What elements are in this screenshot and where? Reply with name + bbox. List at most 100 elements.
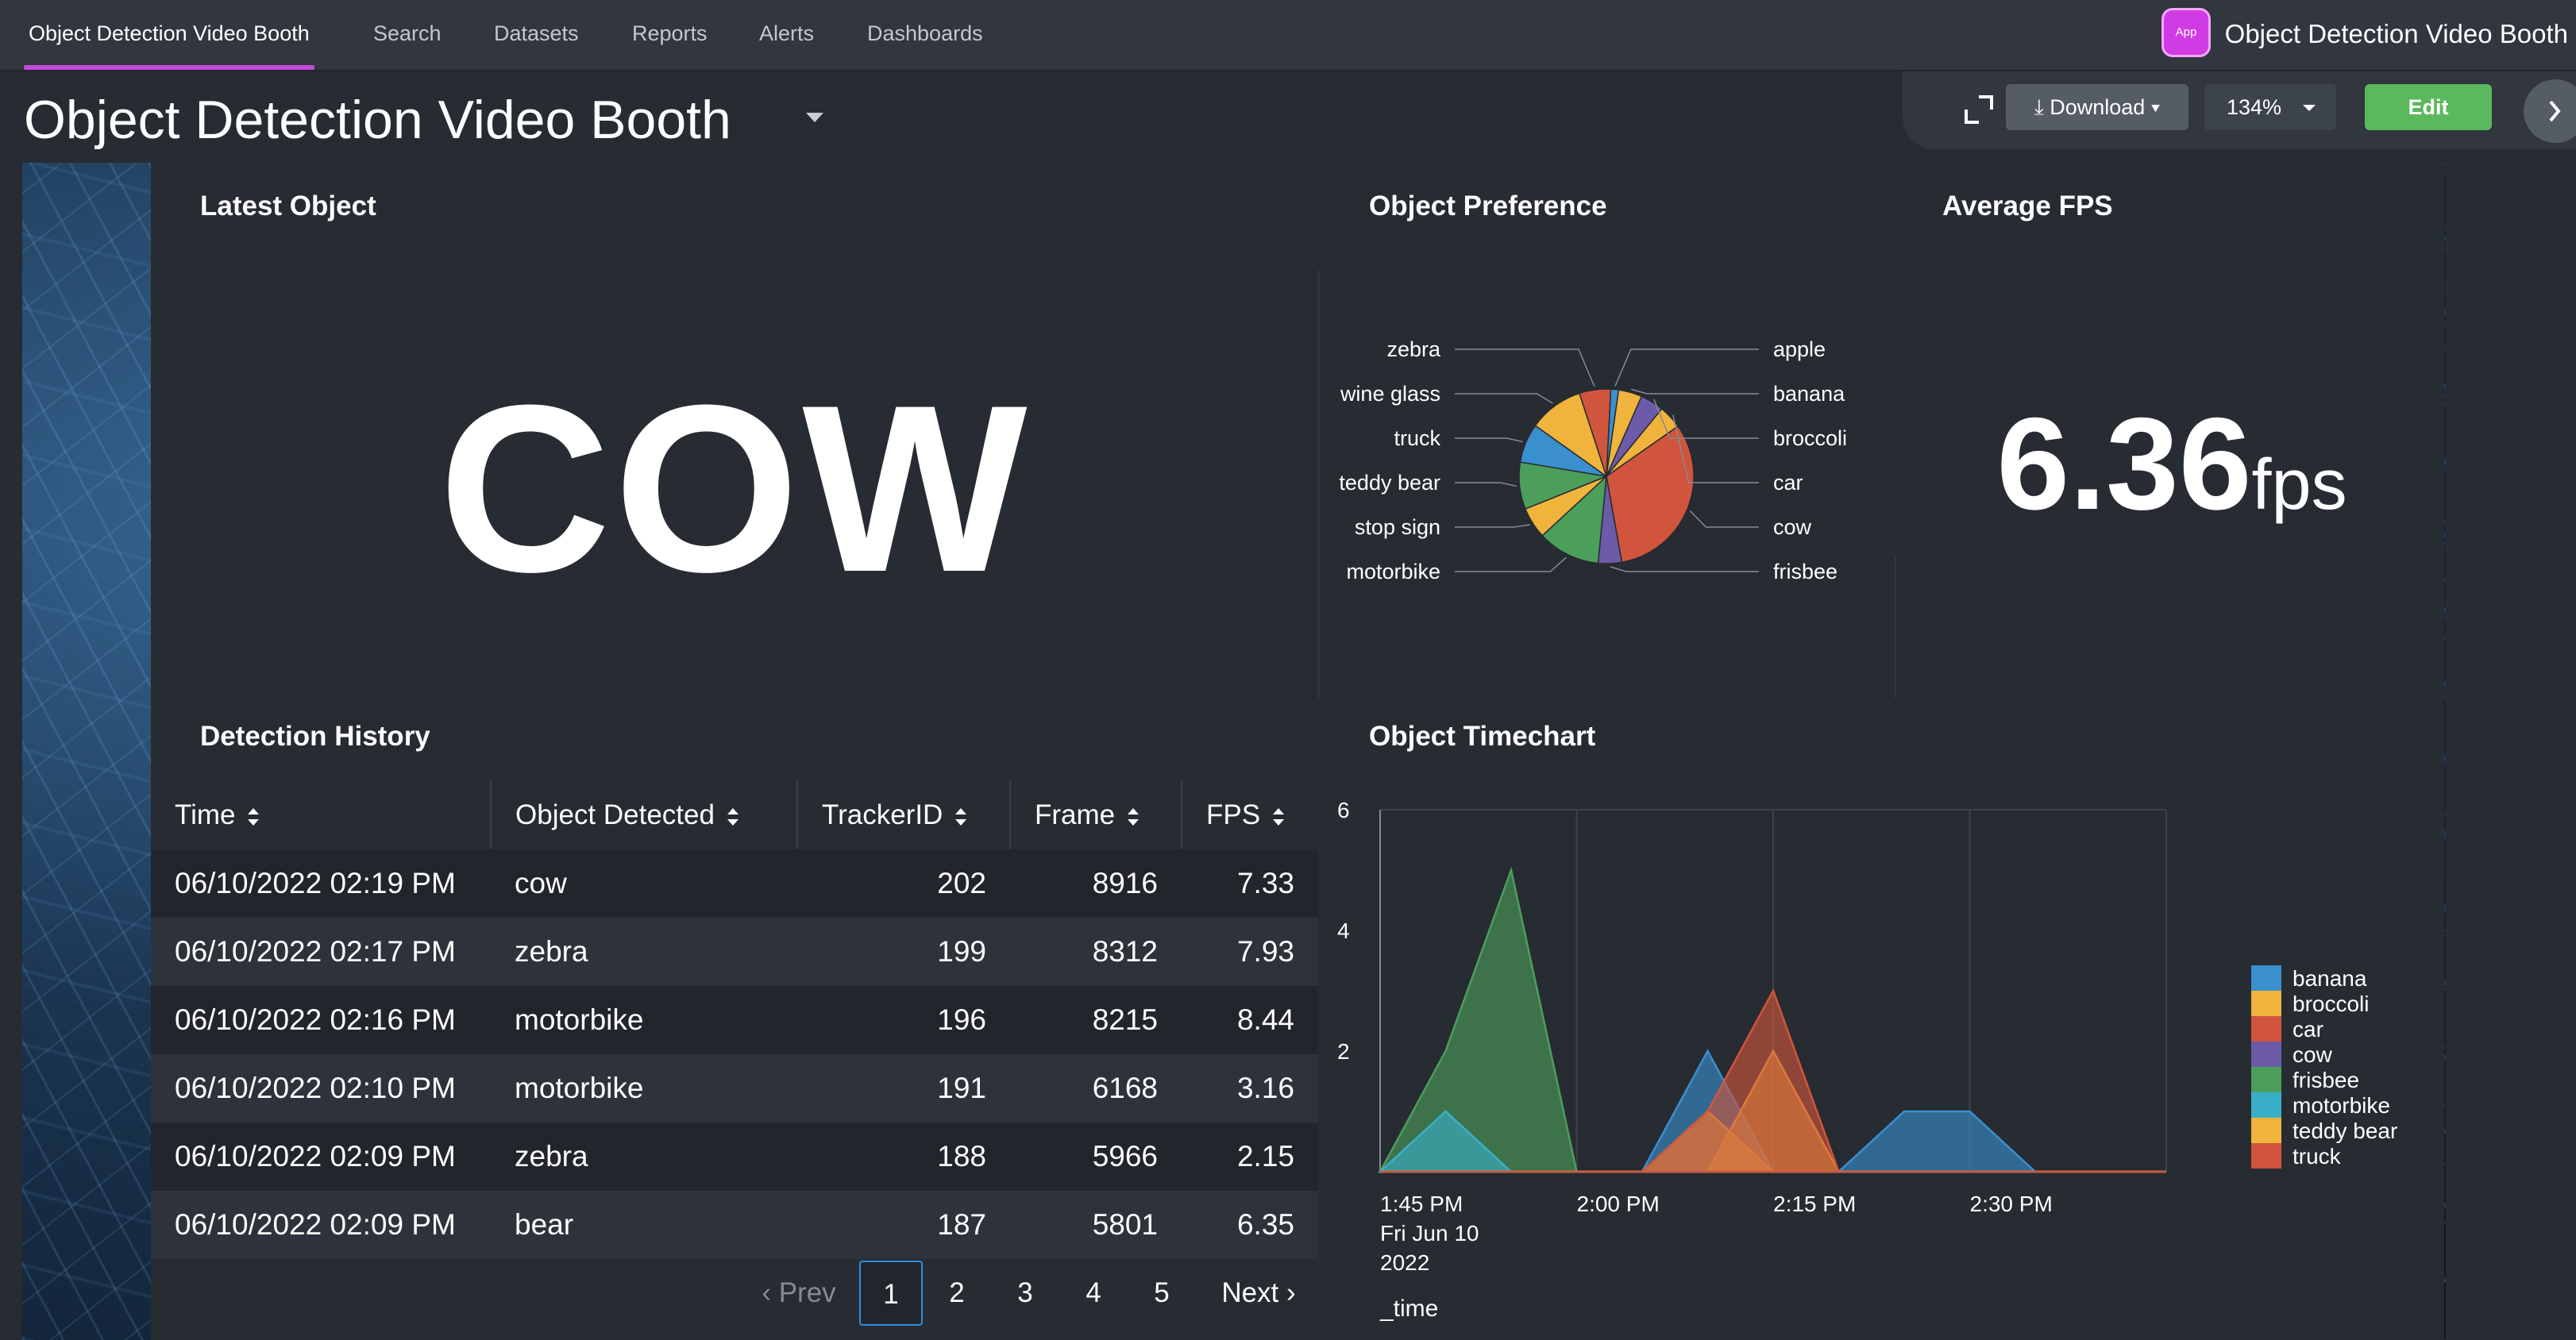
cell-object: zebra xyxy=(491,918,797,986)
legend-label-frisbee[interactable]: frisbee xyxy=(2293,1068,2359,1092)
pie-leader-line xyxy=(1455,348,1595,387)
cell-object: motorbike xyxy=(491,1054,797,1122)
sort-icon[interactable] xyxy=(248,807,260,826)
pagination-prev-label: Prev xyxy=(778,1277,836,1308)
pie-label-apple: apple xyxy=(1773,337,1826,361)
download-button[interactable]: ⤓ Download ▾ xyxy=(2006,84,2188,130)
object-preference-title: Object Preference xyxy=(1369,191,1607,221)
column-header-object-detected[interactable]: Object Detected xyxy=(491,781,798,849)
column-header-fps[interactable]: FPS xyxy=(1182,781,1318,849)
nav-tab-alerts[interactable]: Alerts xyxy=(759,0,814,70)
table-row[interactable]: 06/10/2022 02:09 PM zebra 188 5966 2.15 xyxy=(151,1122,1318,1191)
legend-swatch[interactable] xyxy=(2251,1016,2281,1042)
pagination-page-1[interactable]: 1 xyxy=(859,1261,923,1326)
pie-leader-line xyxy=(1631,388,1759,395)
sort-icon[interactable] xyxy=(1273,807,1285,826)
legend-swatch[interactable] xyxy=(2251,991,2281,1016)
pie-label-zebra: zebra xyxy=(1386,337,1441,361)
cell-time: 06/10/2022 02:10 PM xyxy=(151,1054,491,1122)
cell-frame: 8312 xyxy=(1010,918,1182,986)
column-label: Frame xyxy=(1035,799,1116,830)
table-row[interactable]: 06/10/2022 02:09 PM bear 187 5801 6.35 xyxy=(151,1191,1318,1259)
pie-label-banana: banana xyxy=(1773,382,1845,406)
pagination-page-3[interactable]: 3 xyxy=(997,1261,1053,1326)
nav-tab-dashboards[interactable]: Dashboards xyxy=(867,0,983,70)
legend-label-car[interactable]: car xyxy=(2293,1017,2323,1042)
pie-label-stop-sign: stop sign xyxy=(1355,515,1440,539)
table-row[interactable]: 06/10/2022 02:17 PM zebra 199 8312 7.93 xyxy=(151,918,1318,986)
table-row[interactable]: 06/10/2022 02:10 PM motorbike 191 6168 3… xyxy=(151,1054,1318,1122)
average-fps-unit: fps xyxy=(2251,445,2347,525)
caret-down-icon xyxy=(2303,105,2316,111)
legend-label-motorbike[interactable]: motorbike xyxy=(2293,1093,2390,1118)
sort-icon[interactable] xyxy=(1128,807,1140,826)
app-icon[interactable]: App xyxy=(2161,8,2211,57)
legend-swatch[interactable] xyxy=(2251,1042,2281,1067)
pagination-page-2[interactable]: 2 xyxy=(929,1261,985,1326)
legend-swatch[interactable] xyxy=(2251,1092,2281,1118)
legend-label-broccoli[interactable]: broccoli xyxy=(2293,992,2369,1016)
pie-label-motorbike: motorbike xyxy=(1346,560,1440,583)
legend-swatch[interactable] xyxy=(2251,1067,2281,1092)
legend-swatch[interactable] xyxy=(2251,1118,2281,1143)
pie-leader-line xyxy=(1455,437,1523,443)
table-row[interactable]: 06/10/2022 02:16 PM motorbike 196 8215 8… xyxy=(151,986,1318,1054)
x-tick-label: 2:00 PM xyxy=(1577,1192,1660,1216)
column-header-frame[interactable]: Frame xyxy=(1010,781,1182,849)
nav-tab-search[interactable]: Search xyxy=(373,0,442,70)
x-tick-label: 1:45 PM Fri Jun 10 2022 xyxy=(1380,1192,1479,1275)
pagination-prev[interactable]: ‹ Prev xyxy=(759,1261,839,1326)
nav-tab-app-home[interactable]: Object Detection Video Booth xyxy=(24,0,314,70)
sort-icon[interactable] xyxy=(955,807,967,826)
detection-history-table: Time Object Detected TrackerID Frame FPS… xyxy=(151,781,1318,1259)
cell-time: 06/10/2022 02:09 PM xyxy=(151,1122,491,1191)
cell-trackerid: 187 xyxy=(797,1191,1010,1259)
fullscreen-expand-icon[interactable] xyxy=(1961,92,1996,127)
object-timechart-area-chart[interactable]: 2 4 6 1:45 PM Fri Jun 10 2022 2:00 PM 2:15 PM 2:… xyxy=(1318,781,2446,1337)
nav-tab-reports[interactable]: Reports xyxy=(632,0,708,70)
dashboard-title[interactable]: Object Detection Video Booth xyxy=(24,89,731,151)
zoom-select[interactable]: 134% xyxy=(2204,84,2336,130)
column-header-time[interactable]: Time xyxy=(151,781,492,849)
pie-label-broccoli: broccoli xyxy=(1773,426,1847,450)
pagination-next[interactable]: Next › xyxy=(1215,1261,1302,1326)
legend-label-cow[interactable]: cow xyxy=(2293,1042,2333,1067)
pagination-page-5[interactable]: 5 xyxy=(1134,1261,1190,1326)
pagination-page-4[interactable]: 4 xyxy=(1066,1261,1121,1326)
top-navigation-bar: Object Detection Video Booth Search Data… xyxy=(0,0,2576,71)
cell-time: 06/10/2022 02:19 PM xyxy=(151,849,491,918)
pie-label-truck: truck xyxy=(1394,426,1440,450)
y-tick-label: 4 xyxy=(1337,918,1350,943)
latest-object-value: COW xyxy=(438,355,1031,622)
chevron-down-icon[interactable] xyxy=(806,113,823,122)
zoom-value: 134% xyxy=(2227,95,2282,119)
dashboard-header: Object Detection Video Booth ⤓ Download … xyxy=(0,71,2576,163)
legend-swatch[interactable] xyxy=(2251,965,2281,991)
pie-leader-line xyxy=(1455,393,1553,404)
legend-label-teddy-bear[interactable]: teddy bear xyxy=(2293,1119,2397,1143)
cell-trackerid: 202 xyxy=(797,849,1010,918)
detection-history-title: Detection History xyxy=(200,721,430,752)
cell-frame: 6168 xyxy=(1010,1054,1182,1122)
edit-button[interactable]: Edit xyxy=(2365,84,2492,130)
object-timechart-title: Object Timechart xyxy=(1369,721,1596,752)
legend-label-truck[interactable]: truck xyxy=(2293,1144,2342,1169)
column-label: Object Detected xyxy=(515,799,715,830)
x-tick-label: 2:30 PM xyxy=(1970,1192,2053,1216)
cell-frame: 8215 xyxy=(1010,986,1182,1054)
cell-frame: 5801 xyxy=(1010,1191,1182,1259)
nav-tab-datasets[interactable]: Datasets xyxy=(494,0,579,70)
object-preference-pie-chart[interactable]: apple banana broccoli car cow frisbee zebra win… xyxy=(1318,302,1895,635)
expand-toolbar-button[interactable] xyxy=(2524,79,2576,143)
legend-label-banana[interactable]: banana xyxy=(2293,966,2367,991)
cell-trackerid: 191 xyxy=(797,1054,1010,1122)
table-row[interactable]: 06/10/2022 02:19 PM cow 202 8916 7.33 xyxy=(151,849,1318,918)
column-header-trackerid[interactable]: TrackerID xyxy=(797,781,1011,849)
y-tick-label: 6 xyxy=(1337,798,1350,822)
sort-icon[interactable] xyxy=(727,807,738,826)
pie-leader-line xyxy=(1455,482,1517,487)
pie-leader-line xyxy=(1455,524,1530,528)
pie-leader-line xyxy=(1689,510,1759,528)
cell-frame: 8916 xyxy=(1010,849,1182,918)
legend-swatch[interactable] xyxy=(2251,1143,2281,1169)
